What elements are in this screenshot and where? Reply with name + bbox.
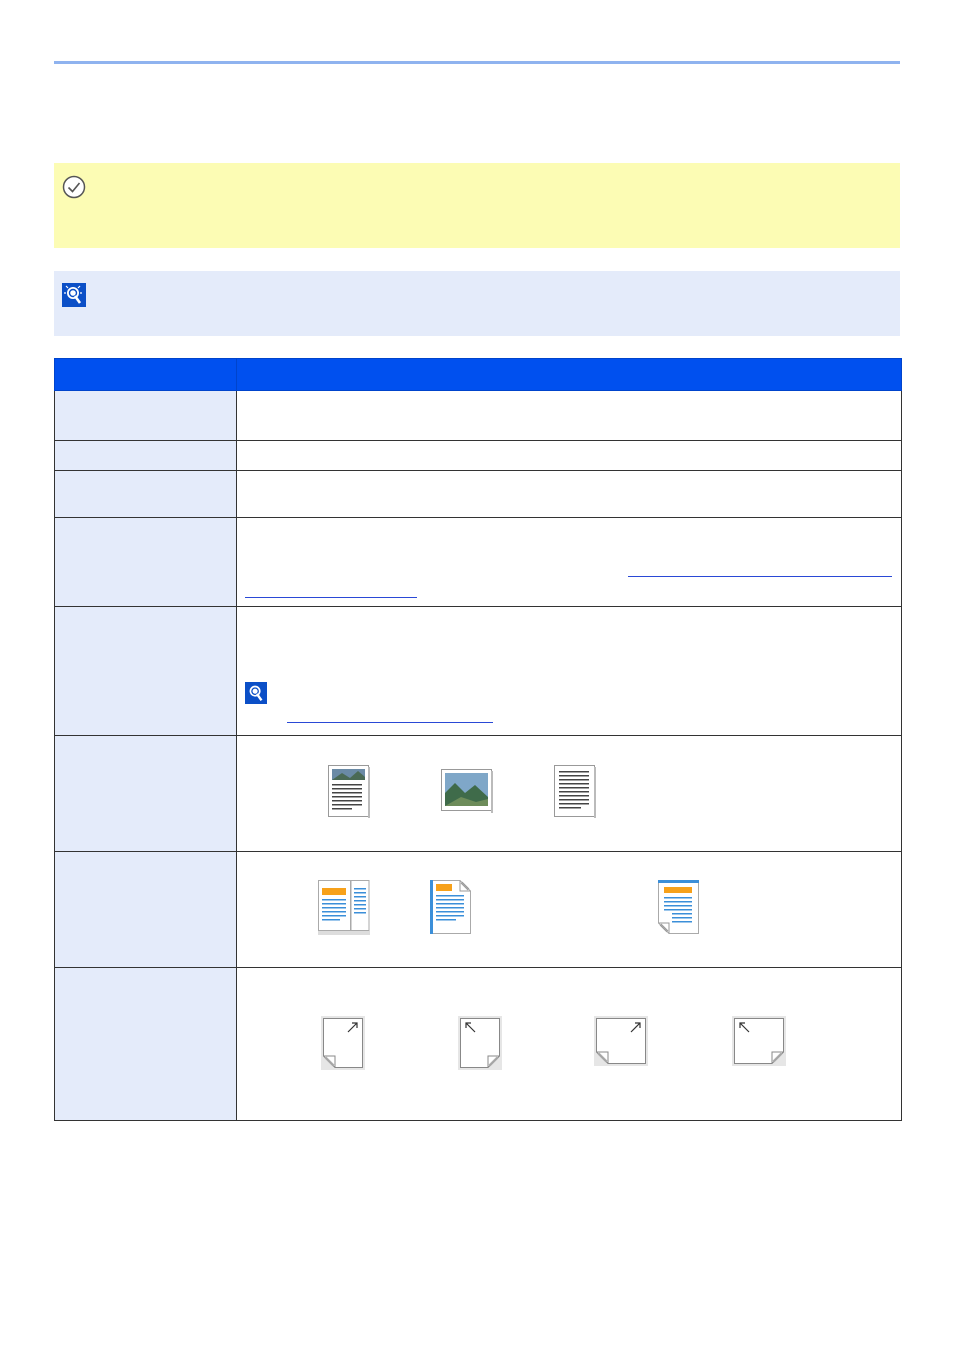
settings-table <box>54 358 902 1121</box>
photo-icon <box>441 769 493 813</box>
table-row <box>54 967 902 1121</box>
two-sided-top-bound-icon <box>430 880 471 934</box>
table-row <box>54 735 902 852</box>
reference-link[interactable] <box>628 576 892 577</box>
text-and-photo-icon <box>328 765 370 818</box>
row-description-cell <box>236 470 902 518</box>
note-reference-link[interactable] <box>287 722 493 723</box>
table-row <box>54 851 902 968</box>
reference-link-continued[interactable] <box>245 597 417 598</box>
row-name-cell <box>54 470 237 518</box>
table-row <box>54 470 902 518</box>
landscape-top-left-icon <box>732 1016 786 1066</box>
row-name-cell <box>54 440 237 471</box>
header-cell-description <box>236 358 902 391</box>
row-description-cell <box>236 517 902 607</box>
text-icon <box>554 765 596 818</box>
landscape-top-right-icon <box>594 1016 648 1066</box>
note-lightbulb-icon <box>62 283 86 307</box>
two-sided-book-icon <box>318 880 370 935</box>
row-name-cell <box>54 967 237 1121</box>
row-description-cell <box>236 390 902 441</box>
top-edge-binding-icon <box>658 880 699 934</box>
checkmark-circle-icon <box>62 175 86 199</box>
row-description-cell <box>236 606 902 736</box>
row-name-cell <box>54 606 237 736</box>
portrait-top-right-icon <box>321 1016 365 1070</box>
row-description-cell <box>236 851 902 968</box>
note-lightbulb-icon <box>245 682 267 704</box>
row-name-cell <box>54 390 237 441</box>
table-header-row <box>54 358 902 391</box>
row-name-cell <box>54 735 237 852</box>
table-row <box>54 390 902 441</box>
row-description-cell <box>236 967 902 1121</box>
note-callout <box>54 271 900 336</box>
table-row <box>54 440 902 471</box>
row-description-cell <box>236 440 902 471</box>
table-row <box>54 606 902 736</box>
header-rule <box>54 61 900 64</box>
row-name-cell <box>54 517 237 607</box>
row-name-cell <box>54 851 237 968</box>
portrait-top-left-icon <box>458 1016 502 1070</box>
header-cell-item <box>54 358 237 391</box>
table-row <box>54 517 902 607</box>
row-description-cell <box>236 735 902 852</box>
important-callout <box>54 163 900 248</box>
